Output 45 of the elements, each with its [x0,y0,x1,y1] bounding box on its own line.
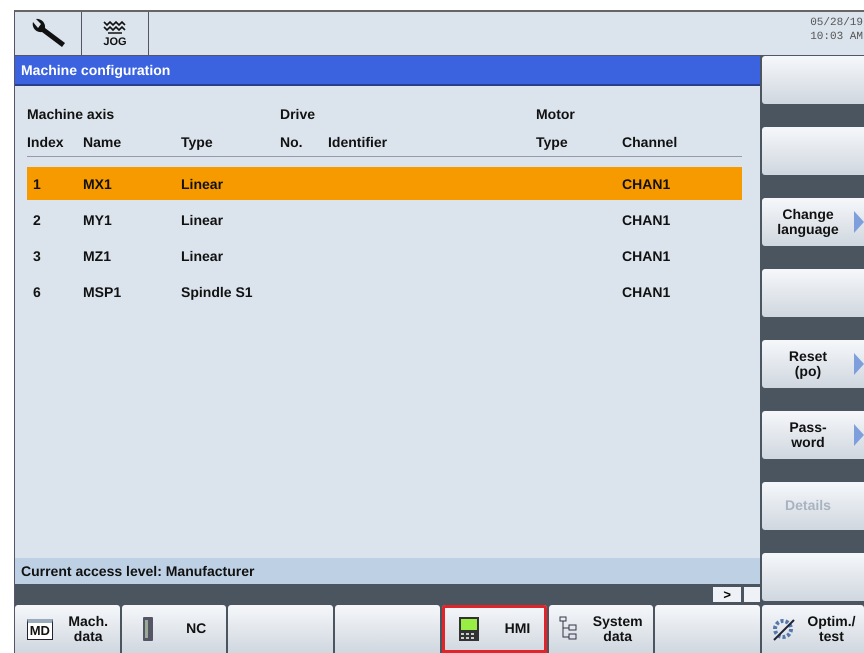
column-header: Name [83,128,181,157]
column-group-header: Drive [280,105,316,124]
md-icon: MD [26,618,53,640]
column-group-header: Machine axis [27,105,116,124]
table-row[interactable]: 3 MZ1 Linear CHAN1 [27,239,742,272]
table-cell-text: Linear [181,212,224,228]
column-header: Type [181,128,280,157]
softkey[interactable]: NC [122,605,226,653]
table-cell-text: MY1 [83,212,113,228]
table-cell-text: MZ1 [83,248,112,264]
softkey[interactable]: MD Mach. data [15,605,120,653]
date: 05/28/19 [810,16,863,30]
table-cell-text: MX1 [83,176,113,192]
column-header: Channel [622,128,742,157]
mode-label: JOG [103,36,127,48]
softkey[interactable]: Pass- word [762,411,864,459]
table-cell-text: CHAN1 [622,212,672,228]
column-header: Index [27,128,83,157]
table-row[interactable]: 2 MY1 Linear CHAN1 [27,203,742,236]
softkey[interactable]: Change language [762,198,864,246]
softkey[interactable]: Reset (po) [762,340,864,388]
table-cell-text: 3 [32,248,42,264]
scroll-right-button[interactable]: > [713,587,741,602]
softkey[interactable]: HMI [442,605,547,653]
table-cell-text: MSP1 [83,284,122,300]
softkey[interactable]: Optim./ test [762,605,864,653]
column-header: Type [536,128,622,157]
window-title: Machine configuration [15,56,760,86]
table-cell-text: 2 [32,212,42,228]
table-row[interactable]: 1 MX1 Linear CHAN1 [27,167,742,200]
column-header: Identifier [328,128,536,157]
table-cell-text: 6 [32,284,42,300]
column-group-header: Motor [536,105,576,124]
table-cell-text: CHAN1 [622,176,672,192]
table-cell-text: Spindle S1 [181,284,254,300]
status-bar: Current access level: Manufacturer [15,558,760,584]
table-cell-text: CHAN1 [622,248,672,264]
time: 10:03 AM [810,30,863,44]
table-cell-text: 1 [32,176,42,192]
table-cell-text: Linear [181,176,224,192]
table-cell-text: Linear [181,248,224,264]
softkey[interactable]: System data [548,605,654,653]
column-header: No. [280,128,328,157]
table-cell-text: CHAN1 [622,284,672,300]
table-row[interactable]: 6 MSP1 Spindle S1 CHAN1 [27,275,742,308]
